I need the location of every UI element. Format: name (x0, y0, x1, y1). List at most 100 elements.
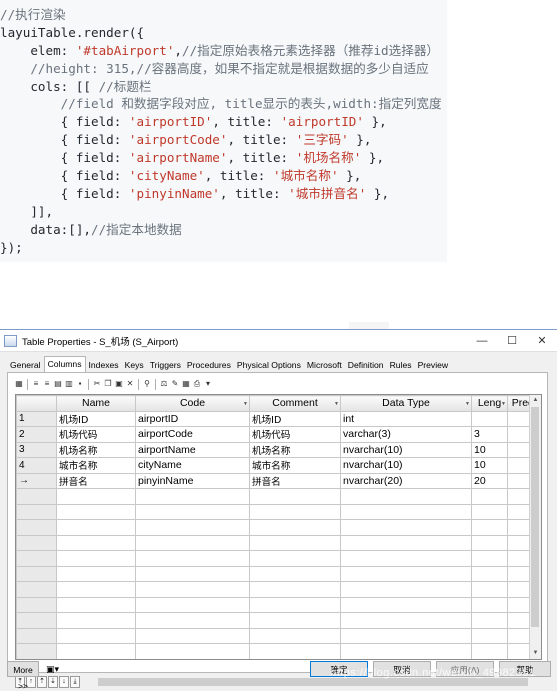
cell-type[interactable]: nvarchar(20) (340, 472, 472, 489)
row-marker[interactable] (16, 519, 57, 536)
empty-cell[interactable] (135, 534, 250, 551)
table-row[interactable]: 2 机场代码 airportCode 机场代码 varchar(3) 3 (16, 426, 538, 443)
empty-cell[interactable] (56, 627, 136, 644)
empty-cell[interactable] (249, 627, 341, 644)
empty-cell[interactable] (135, 581, 250, 598)
table-row[interactable]: 3 机场名称 airportName 机场名称 nvarchar(10) 10 (16, 441, 538, 458)
cell-code[interactable]: airportID (135, 410, 250, 427)
tab-general[interactable]: General (7, 358, 44, 372)
empty-cell[interactable] (249, 565, 341, 582)
empty-cell[interactable] (56, 534, 136, 551)
paste-icon[interactable]: ▣ (114, 379, 124, 389)
column-header-name[interactable]: Name (56, 395, 136, 412)
row-marker[interactable]: → (16, 472, 57, 489)
add-row-icon[interactable]: ≡ (42, 379, 52, 389)
insert-row-icon[interactable]: ≡ (31, 379, 41, 389)
empty-cell[interactable] (471, 612, 508, 629)
cell-type[interactable]: varchar(3) (340, 426, 472, 443)
tab-indexes[interactable]: Indexes (86, 358, 122, 372)
tab-preview[interactable]: Preview (415, 358, 452, 372)
tab-triggers[interactable]: Triggers (147, 358, 184, 372)
empty-row[interactable] (16, 643, 538, 659)
column-header-code[interactable]: Code ▼ (135, 395, 250, 412)
empty-cell[interactable] (135, 612, 250, 629)
scroll-down-icon[interactable]: ▼ (530, 648, 541, 659)
tab-physical-options[interactable]: Physical Options (234, 358, 304, 372)
tab-keys[interactable]: Keys (122, 358, 147, 372)
empty-row[interactable] (16, 565, 538, 582)
column-header-comment[interactable]: Comment ▼ (249, 395, 341, 412)
cell-code[interactable]: pinyinName (135, 472, 250, 489)
cell-name[interactable]: 机场名称 (56, 441, 136, 458)
cell-code[interactable]: airportName (135, 441, 250, 458)
cut-icon[interactable]: ✂ (92, 379, 102, 389)
cell-code[interactable]: airportCode (135, 426, 250, 443)
empty-cell[interactable] (340, 488, 472, 505)
delete-icon[interactable]: ✕ (125, 379, 135, 389)
empty-cell[interactable] (471, 534, 508, 551)
row-marker[interactable] (16, 503, 57, 520)
empty-cell[interactable] (340, 581, 472, 598)
column-header-length[interactable]: Leng ▼ (471, 395, 508, 412)
empty-cell[interactable] (249, 643, 341, 659)
cell-code[interactable]: cityName (135, 457, 250, 474)
empty-cell[interactable] (340, 519, 472, 536)
table-row[interactable]: → 拼音名 pinyinName 拼音名 nvarchar(20) 20 (16, 472, 538, 489)
row-marker[interactable]: 4 (16, 457, 57, 474)
tab-definition[interactable]: Definition (345, 358, 387, 372)
cell-comment[interactable]: 机场代码 (249, 426, 341, 443)
cell-name[interactable]: 城市名称 (56, 457, 136, 474)
cell-type[interactable]: nvarchar(10) (340, 457, 472, 474)
empty-cell[interactable] (249, 612, 341, 629)
row-marker[interactable]: 3 (16, 441, 57, 458)
empty-row[interactable] (16, 534, 538, 551)
empty-cell[interactable] (471, 488, 508, 505)
empty-cell[interactable] (135, 519, 250, 536)
empty-cell[interactable] (135, 596, 250, 613)
tab-microsoft[interactable]: Microsoft (304, 358, 345, 372)
cell-type[interactable]: nvarchar(10) (340, 441, 472, 458)
scroll-up-icon[interactable]: ▲ (530, 395, 541, 406)
empty-cell[interactable] (56, 519, 136, 536)
empty-cell[interactable] (471, 550, 508, 567)
minimize-button[interactable]: — (467, 335, 497, 347)
empty-cell[interactable] (56, 503, 136, 520)
cell-type[interactable]: int (340, 410, 472, 427)
cell-comment[interactable]: 机场名称 (249, 441, 341, 458)
cell-comment[interactable]: 城市名称 (249, 457, 341, 474)
empty-cell[interactable] (249, 550, 341, 567)
empty-row[interactable] (16, 550, 538, 567)
lock-icon[interactable]: ▪ (75, 379, 85, 389)
empty-cell[interactable] (471, 596, 508, 613)
empty-cell[interactable] (56, 581, 136, 598)
row-marker[interactable]: 2 (16, 426, 57, 443)
row-marker[interactable] (16, 565, 57, 582)
close-button[interactable]: ✕ (527, 334, 557, 347)
empty-cell[interactable] (340, 627, 472, 644)
empty-cell[interactable] (56, 643, 136, 659)
empty-row[interactable] (16, 503, 538, 520)
empty-cell[interactable] (249, 503, 341, 520)
column-header-data-type[interactable]: Data Type ▼ (340, 395, 472, 412)
row-marker[interactable] (16, 534, 57, 551)
tab-procedures[interactable]: Procedures (184, 358, 234, 372)
empty-cell[interactable] (340, 565, 472, 582)
empty-cell[interactable] (471, 643, 508, 659)
cell-length[interactable]: 10 (471, 457, 508, 474)
empty-cell[interactable] (56, 550, 136, 567)
table-row[interactable]: 1 机场ID airportID 机场ID int (16, 410, 538, 427)
row-marker[interactable] (16, 581, 57, 598)
empty-cell[interactable] (135, 488, 250, 505)
cell-length[interactable]: 10 (471, 441, 508, 458)
empty-cell[interactable] (471, 565, 508, 582)
empty-cell[interactable] (340, 550, 472, 567)
row-marker[interactable] (16, 643, 57, 659)
empty-cell[interactable] (135, 550, 250, 567)
cell-length[interactable]: 3 (471, 426, 508, 443)
empty-cell[interactable] (249, 581, 341, 598)
empty-cell[interactable] (471, 519, 508, 536)
maximize-button[interactable]: ☐ (497, 334, 527, 347)
more-button[interactable]: More >> (7, 661, 39, 691)
empty-cell[interactable] (56, 612, 136, 629)
properties-icon[interactable]: ▦ (14, 379, 24, 389)
